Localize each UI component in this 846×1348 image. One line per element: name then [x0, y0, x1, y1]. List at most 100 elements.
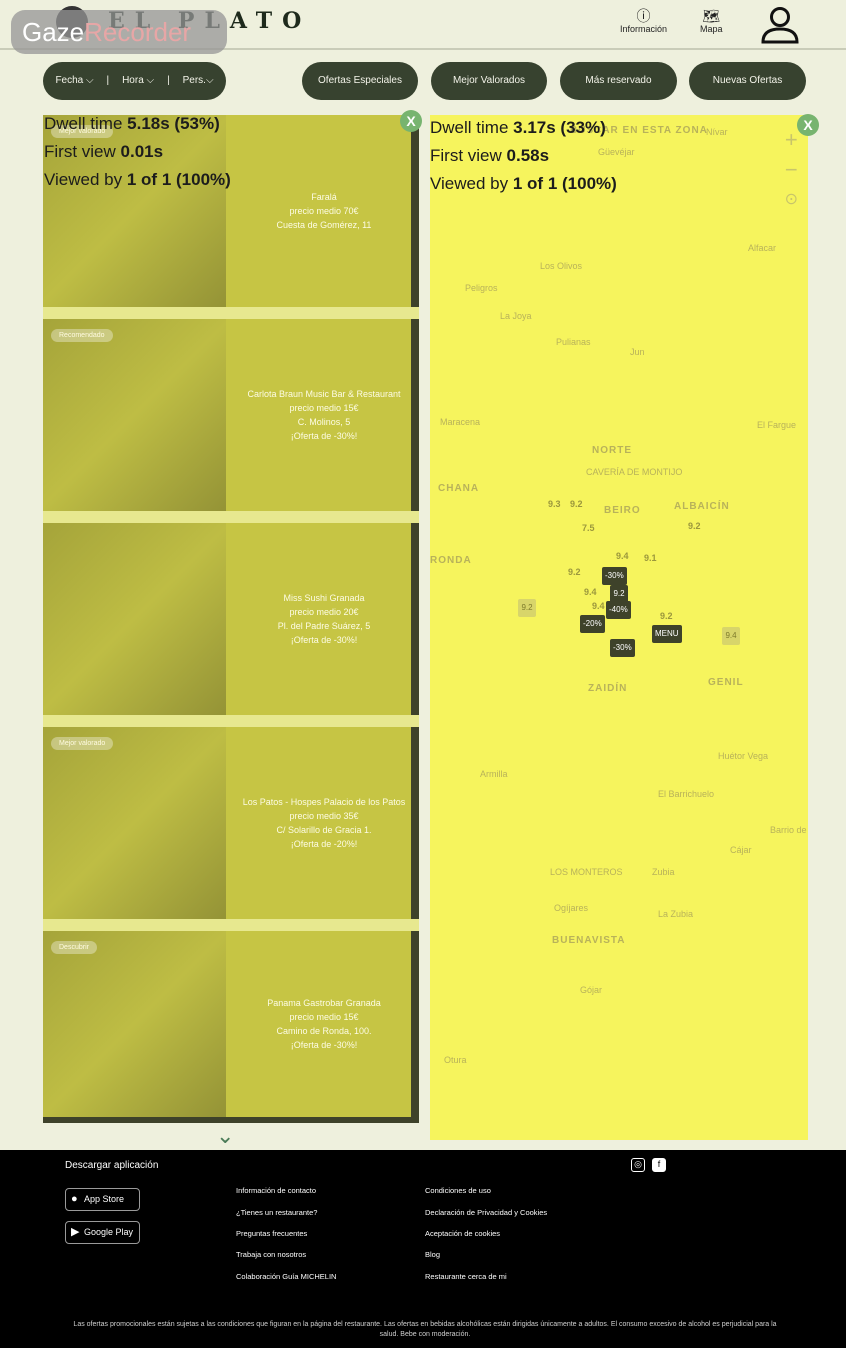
map-restaurant-pin[interactable]: MENU [652, 625, 682, 643]
restaurant-photo [43, 727, 226, 919]
zoom-controls: + − ⊙ [785, 125, 798, 215]
restaurant-card[interactable]: Miss Sushi Granada precio medio 20€ Pl. … [43, 523, 419, 715]
map-place-label: Alfacar [748, 243, 777, 253]
map-score-label: 9.2 [568, 567, 581, 577]
map-place-label: LOS MONTEROS [550, 867, 623, 877]
map-place-label: La Joya [500, 311, 532, 321]
facebook-icon[interactable]: f [652, 1158, 666, 1172]
restaurant-address: Cuesta de Gomérez, 11 [276, 220, 372, 230]
app-store-button[interactable]: ● App Store [65, 1188, 140, 1211]
restaurant-name: Miss Sushi Granada [283, 593, 365, 603]
map-label: Mapa [700, 24, 723, 34]
map-icon: 🗺 [702, 8, 721, 24]
map-score-label: 9.3 [548, 499, 561, 509]
card-edge [411, 319, 419, 511]
list-gap [43, 511, 419, 523]
user-account-icon[interactable] [760, 4, 800, 44]
close-map-stats-button[interactable]: X [797, 114, 819, 136]
restaurant-card[interactable]: Mejor valorado Los Patos - Hospes Palaci… [43, 727, 419, 919]
zoom-in-icon[interactable]: + [785, 125, 798, 155]
social-links: ◎ f [631, 1158, 666, 1172]
map-place-label: BEIRO [604, 505, 641, 516]
restaurant-info: Panama Gastrobar Granada precio medio 15… [229, 931, 419, 1117]
footer-link[interactable]: ¿Tienes un restaurante? [236, 1208, 317, 1217]
restaurant-offer: ¡Oferta de -20%! [290, 839, 358, 849]
map-restaurant-pin[interactable]: -30% [602, 567, 627, 585]
tab-best-rated[interactable]: Mejor Valorados [431, 62, 547, 100]
map-place-label: Peligros [465, 283, 498, 293]
map-restaurant-pin[interactable]: -40% [606, 601, 631, 619]
restaurant-offer: ¡Oferta de -30%! [290, 1040, 358, 1050]
restaurant-name: Carlota Braun Music Bar & Restaurant [247, 389, 401, 399]
watermark-part2: Recorder [84, 17, 192, 47]
map-place-label: El Barrichuelo [658, 789, 715, 799]
tab-special-offers[interactable]: Ofertas Especiales [302, 62, 418, 100]
zoom-out-icon[interactable]: − [785, 155, 798, 185]
map-place-label: Gójar [580, 985, 603, 995]
list-gap [43, 919, 419, 931]
chevron-down-icon: ⌵ [205, 75, 214, 86]
map-place-label: ZAIDÍN [588, 683, 628, 694]
apple-icon: ● [71, 1193, 78, 1205]
footer-link[interactable]: Preguntas frecuentes [236, 1229, 307, 1238]
map-place-label: GENIL [708, 677, 744, 688]
legal-disclaimer: Las ofertas promocionales están sujetas … [73, 1321, 777, 1338]
tab-new-offers[interactable]: Nuevas Ofertas [689, 62, 806, 100]
viewed-by-label: Viewed by [430, 174, 509, 193]
play-icon: ▶ [71, 1226, 80, 1238]
footer-link[interactable]: Condiciones de uso [425, 1186, 491, 1195]
map-place-label: RONDA [430, 555, 472, 566]
restaurant-name: Panama Gastrobar Granada [267, 998, 381, 1008]
first-view-value: 0.01s [120, 142, 164, 161]
download-app-title: Descargar aplicación [65, 1160, 159, 1171]
map-nav[interactable]: 🗺 Mapa [700, 8, 723, 34]
dwell-value: 5.18s (53%) [127, 114, 220, 133]
map-restaurant-pin[interactable]: 9.2 [518, 599, 536, 617]
map-place-label: NORTE [592, 445, 632, 456]
restaurant-address: Camino de Ronda, 100. [276, 1026, 372, 1036]
footer-link[interactable]: Restaurante cerca de mi [425, 1272, 507, 1281]
app-store-label: App Store [84, 1194, 125, 1204]
map-restaurant-pin[interactable]: 9.4 [722, 627, 740, 645]
instagram-icon[interactable]: ◎ [631, 1158, 645, 1172]
map-place-label: Cájar [730, 845, 752, 855]
map-place-label: La Zubia [658, 909, 694, 919]
dwell-label: Dwell time [44, 114, 123, 133]
chevron-down-icon: ⌵ [86, 75, 94, 86]
map-place-label: Jun [630, 347, 645, 357]
people-filter[interactable]: Pers.⌵ [183, 62, 214, 100]
footer-link[interactable]: Declaración de Privacidad y Cookies [425, 1208, 547, 1217]
map-place-label: Nívar [706, 127, 728, 137]
restaurant-name: Los Patos - Hospes Palacio de los Patos [242, 797, 406, 807]
gaze-recorder-watermark: GazeRecorder [11, 10, 227, 54]
map-restaurant-pin[interactable]: -20% [580, 615, 605, 633]
list-gap [43, 307, 419, 319]
card-edge [411, 115, 419, 307]
map-restaurant-pin[interactable]: -30% [610, 639, 635, 657]
locate-icon[interactable]: ⊙ [785, 185, 798, 215]
footer-link[interactable]: Aceptación de cookies [425, 1229, 500, 1238]
map-panel[interactable]: + − ⊙ BUSCAR EN ESTA ZONA Güevéjar Nívar Al… [430, 115, 808, 1140]
divider: | [167, 75, 170, 86]
restaurant-tag: Descubrir [51, 941, 97, 954]
footer-link[interactable]: Información de contacto [236, 1186, 316, 1195]
close-list-stats-button[interactable]: X [400, 110, 422, 132]
time-filter[interactable]: Hora ⌵ [122, 62, 154, 100]
tab-most-booked[interactable]: Más reservado [560, 62, 677, 100]
dwell-value: 3.17s (33%) [513, 118, 606, 137]
date-filter[interactable]: Fecha ⌵ [55, 62, 93, 100]
map-gaze-stats: Dwell time 3.17s (33%) First view 0.58s … [430, 114, 617, 198]
scroll-down-chevron-icon[interactable]: ⌄ [216, 1123, 234, 1149]
card-edge [411, 931, 419, 1117]
date-filter-label: Fecha [55, 75, 84, 86]
restaurant-card[interactable]: Descubrir Panama Gastrobar Granada preci… [43, 931, 419, 1117]
restaurant-card[interactable]: Recomendado Carlota Braun Music Bar & Re… [43, 319, 419, 511]
footer-link[interactable]: Colaboración Guía MICHELIN [236, 1272, 336, 1281]
footer-link[interactable]: Blog [425, 1250, 440, 1259]
restaurant-tag: Recomendado [51, 329, 113, 342]
restaurant-info: Carlota Braun Music Bar & Restaurant pre… [229, 319, 419, 511]
info-nav[interactable]: ⓘ Información [620, 8, 667, 34]
map-place-label: Huétor Vega [718, 751, 769, 761]
footer-link[interactable]: Trabaja con nosotros [236, 1250, 306, 1259]
google-play-button[interactable]: ▶ Google Play [65, 1221, 140, 1244]
